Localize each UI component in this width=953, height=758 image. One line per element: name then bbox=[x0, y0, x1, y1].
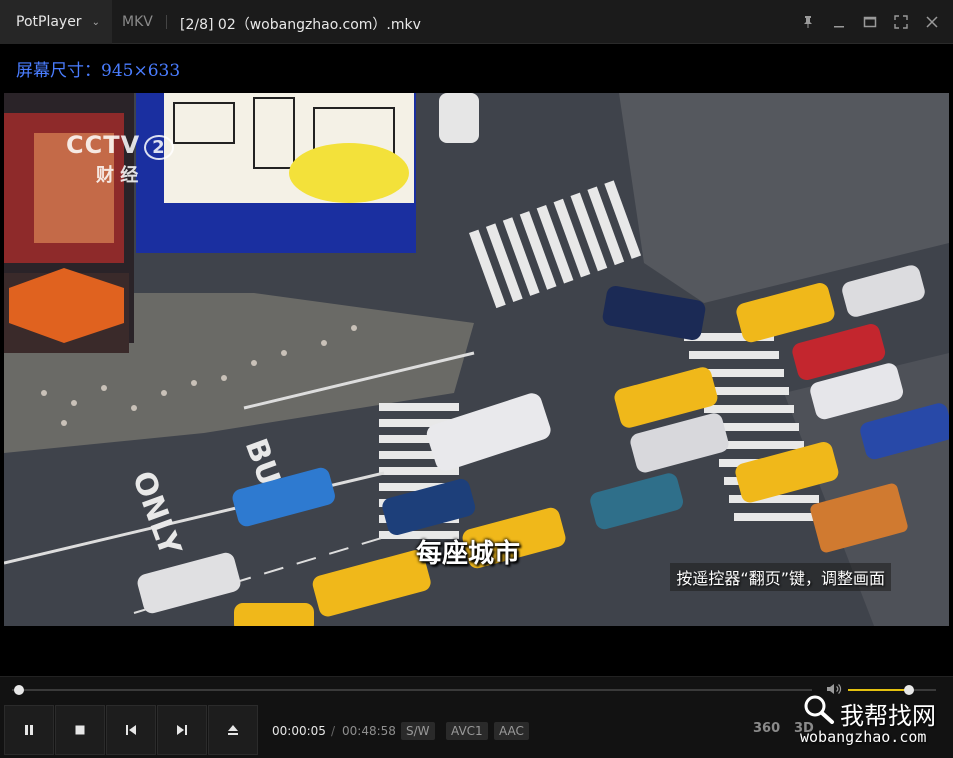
title-bar: PotPlayer ⌄ MKV [2/8] 02（wobangzhao.com）… bbox=[0, 0, 953, 44]
eject-icon bbox=[228, 725, 238, 735]
file-title: [2/8] 02（wobangzhao.com）.mkv bbox=[180, 17, 421, 33]
pause-icon bbox=[25, 725, 33, 735]
vr-360-button[interactable]: 360 bbox=[753, 721, 780, 736]
seek-handle[interactable] bbox=[13, 685, 24, 695]
app-name: PotPlayer bbox=[16, 14, 82, 30]
video-codec-badge[interactable]: AVC1 bbox=[446, 722, 488, 740]
playback-buttons bbox=[4, 705, 259, 755]
fullscreen-button[interactable] bbox=[885, 0, 916, 44]
channel-sub-label: 财 经 bbox=[96, 165, 139, 186]
subtitle-text: 每座城市 bbox=[416, 539, 521, 569]
format-label: MKV bbox=[122, 14, 153, 30]
previous-button[interactable] bbox=[106, 705, 156, 755]
fullscreen-icon bbox=[893, 15, 908, 29]
skip-next-icon bbox=[177, 725, 187, 735]
watermark-name: 我帮找网 bbox=[840, 702, 936, 730]
channel-logo-text: CCTV bbox=[66, 131, 141, 159]
chevron-down-icon: ⌄ bbox=[91, 16, 100, 28]
channel-logo: CCTV 2 bbox=[66, 131, 174, 160]
pause-button[interactable] bbox=[4, 705, 54, 755]
pin-icon bbox=[803, 16, 812, 28]
close-icon bbox=[925, 16, 938, 28]
total-duration: 00:48:58 bbox=[342, 724, 396, 738]
app-menu-button[interactable]: PotPlayer ⌄ bbox=[0, 0, 112, 44]
volume-level bbox=[848, 689, 909, 691]
video-area[interactable]: ONLY BUS CCTV 2 财 经 每座城市 按遥控器“翻页”键，调整画面 bbox=[4, 93, 949, 626]
audio-codec-badge[interactable]: AAC bbox=[494, 722, 529, 740]
search-icon bbox=[804, 695, 834, 724]
decoder-badge[interactable]: S/W bbox=[401, 722, 435, 740]
site-watermark: 我帮找网 wobangzhao.com bbox=[796, 692, 951, 756]
stop-button[interactable] bbox=[55, 705, 105, 755]
stop-icon bbox=[75, 725, 85, 735]
seek-bar[interactable] bbox=[12, 689, 812, 691]
osd-message: 按遥控器“翻页”键，调整画面 bbox=[670, 563, 891, 591]
time-separator: / bbox=[331, 724, 336, 738]
window-controls bbox=[792, 0, 947, 44]
maximize-icon bbox=[863, 16, 876, 28]
title-divider bbox=[166, 15, 167, 29]
current-time: 00:00:05 bbox=[272, 724, 326, 738]
channel-number: 2 bbox=[144, 135, 174, 160]
maximize-button[interactable] bbox=[854, 0, 885, 44]
close-button[interactable] bbox=[916, 0, 947, 44]
next-button[interactable] bbox=[157, 705, 207, 755]
watermark-url: wobangzhao.com bbox=[800, 728, 927, 746]
pin-button[interactable] bbox=[792, 0, 823, 44]
screen-size-overlay: 屏幕尺寸：945×633 bbox=[16, 61, 181, 81]
open-file-button[interactable] bbox=[208, 705, 258, 755]
skip-previous-icon bbox=[126, 725, 136, 735]
minimize-button[interactable] bbox=[823, 0, 854, 44]
minimize-icon bbox=[833, 26, 844, 28]
